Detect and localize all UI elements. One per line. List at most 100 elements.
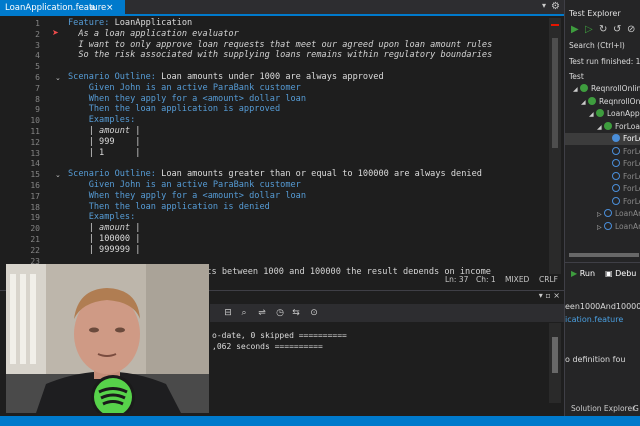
test-tree-item[interactable]: ForLoa	[565, 146, 640, 158]
pin-icon[interactable]: ⊕	[90, 0, 96, 16]
history-icon[interactable]: ⊙	[308, 307, 320, 319]
refresh-icon[interactable]: ↻	[599, 24, 607, 35]
test-tree-item[interactable]: ▷ LoanAmo	[565, 221, 640, 233]
scrollbar-thumb[interactable]	[552, 38, 558, 148]
line-number: 8	[35, 94, 40, 104]
editor-pane[interactable]: LoanApplication.feature ⊕ × ▾ ⚙ 12345678…	[0, 0, 564, 290]
test-tree-label: ForLoa	[623, 159, 640, 168]
test-tree-item[interactable]: ForLoa	[565, 171, 640, 183]
gear-icon[interactable]: ⚙	[551, 1, 560, 12]
code-token: When	[68, 190, 115, 201]
expand-arrow-icon[interactable]: ◢	[589, 109, 596, 121]
output-toolbar: ⊟ ⌕ ⇌ ◷ ⇆ ⊙	[210, 304, 564, 322]
clock-icon[interactable]: ◷	[274, 307, 286, 319]
test-tree-label: ForLoanA	[615, 121, 640, 131]
close-icon[interactable]: ×	[106, 0, 114, 16]
code-line: Feature: LoanApplication	[68, 18, 192, 29]
chevron-down-icon[interactable]: ▾	[542, 1, 546, 10]
code-token: Examples:	[68, 212, 136, 223]
play-icon: ▶	[571, 269, 578, 278]
code-token: they apply for a <amount> dollar loan	[114, 190, 307, 201]
line-number: 14	[30, 159, 40, 169]
source-file-link[interactable]: ication.feature	[565, 315, 623, 324]
tab-solution-explorer[interactable]: Solution Explorer	[571, 404, 635, 413]
clear-icon[interactable]: ⊟	[222, 307, 234, 319]
test-status-icon	[612, 146, 620, 155]
code-token: Loan amounts under 1000 are always appro…	[161, 72, 384, 82]
test-tree-item[interactable]: ForLoa	[565, 133, 640, 145]
test-name-text: een1000And100000	[565, 302, 640, 311]
code-token: Feature:	[68, 18, 115, 28]
expand-arrow-icon[interactable]: ◢	[573, 84, 580, 96]
line-number-gutter: 1 2 3 4 5 6 7 8 9 10 11 12 13 14 15 16 17 18 19 20 21 22 23	[0, 18, 42, 274]
line-number: 9	[35, 105, 40, 115]
code-line: So the risk associated with supplying lo…	[68, 50, 492, 61]
code-line: Given John is an active ParaBank custome…	[68, 180, 301, 191]
code-line: | 1 |	[68, 148, 141, 159]
line-number: 5	[35, 62, 40, 72]
test-tree-item[interactable]: ForLoa	[565, 183, 640, 195]
cancel-icon[interactable]: ⊘	[627, 24, 635, 35]
line-number: 20	[30, 224, 40, 234]
expand-arrow-icon[interactable]: ◢	[597, 122, 604, 134]
code-token: the loan application is approved	[114, 104, 281, 115]
line-number: 4	[35, 51, 40, 61]
test-tree-item[interactable]: ◢ ReqnrollOnli	[565, 96, 640, 108]
test-status-icon	[612, 171, 620, 180]
find-icon[interactable]: ⌕	[238, 307, 250, 319]
test-column-header[interactable]: Test	[569, 72, 584, 81]
code-line: Examples:	[68, 212, 136, 223]
editor-tab-bar: LoanApplication.feature ⊕ × ▾ ⚙	[0, 0, 564, 16]
line-ending[interactable]: CRLF	[539, 275, 558, 284]
toggle-icon[interactable]: ⇆	[290, 307, 302, 319]
test-tree-item[interactable]: ◢ ForLoanA	[565, 121, 640, 133]
run-button[interactable]: ▶ Run	[571, 269, 595, 278]
line-indicator: Ln: 37	[445, 275, 469, 284]
test-status-icon	[612, 159, 620, 167]
test-tree-label: LoanAmo	[615, 209, 640, 218]
test-tree-item[interactable]: ForLoa	[565, 158, 640, 170]
expand-arrow-icon[interactable]: ◢	[581, 97, 588, 109]
code-token: John is an active ParaBank customer	[119, 180, 301, 190]
run-all-icon[interactable]: ▶	[571, 24, 579, 35]
debug-button[interactable]: ▣ Debu	[605, 269, 636, 278]
code-token: amount	[99, 126, 131, 136]
fold-chevron-icon[interactable]: ⌄	[55, 171, 61, 179]
code-token: When	[68, 93, 115, 104]
line-number: 17	[30, 191, 40, 201]
test-tree-label: LoanApplic	[607, 109, 640, 118]
fold-chevron-icon[interactable]: ⌄	[55, 74, 61, 82]
test-tree-item[interactable]: ▷ LoanAmo	[565, 208, 640, 220]
code-line: | 100000 |	[68, 234, 141, 245]
test-tree-scrollbar[interactable]	[569, 253, 639, 257]
test-tree-item[interactable]: ◢ ReqnrollOnline	[565, 83, 640, 95]
expand-arrow-icon[interactable]: ▷	[597, 222, 604, 234]
output-panel-controls[interactable]: ▾ ▫ ×	[539, 291, 560, 300]
editor-scrollbar[interactable]	[549, 18, 561, 274]
rerun-failed-icon[interactable]: ↺	[613, 24, 621, 35]
test-explorer-panel: Test Explorer ▶ ▷ ↻ ↺ ⊘ Search (Ctrl+I) …	[564, 0, 640, 426]
line-number: 19	[30, 213, 40, 223]
presenter-photo	[6, 264, 209, 413]
test-search-input[interactable]: Search (Ctrl+I)	[569, 41, 640, 53]
code-token: As a loan application evaluator	[68, 28, 239, 39]
indent-mode[interactable]: MIXED	[505, 275, 529, 284]
code-token: |	[130, 223, 141, 234]
run-icon[interactable]: ▷	[585, 24, 593, 35]
tab-git[interactable]: G	[633, 404, 639, 413]
word-wrap-icon[interactable]: ⇌	[256, 307, 268, 319]
output-line: ,062 seconds ==========	[212, 342, 323, 351]
bottom-tabs: Solution Explorer G	[565, 403, 640, 415]
expand-arrow-icon[interactable]: ▷	[597, 209, 604, 221]
column-indicator: Ch: 1	[476, 275, 496, 284]
tab-loanapplication-feature[interactable]: LoanApplication.feature ⊕ ×	[0, 0, 125, 16]
output-scrollbar[interactable]	[549, 323, 561, 403]
test-tree-item[interactable]: ForLoa	[565, 196, 640, 208]
code-line: Then the loan application is denied	[68, 202, 270, 213]
code-line: Then the loan application is approved	[68, 104, 280, 115]
code-token: | 100000 |	[68, 234, 141, 244]
code-area[interactable]: Feature: LoanApplication As a loan appli…	[68, 18, 548, 274]
scrollbar-thumb[interactable]	[552, 337, 558, 373]
test-tree-item[interactable]: ◢ LoanApplic	[565, 108, 640, 120]
line-number: 22	[30, 245, 40, 255]
